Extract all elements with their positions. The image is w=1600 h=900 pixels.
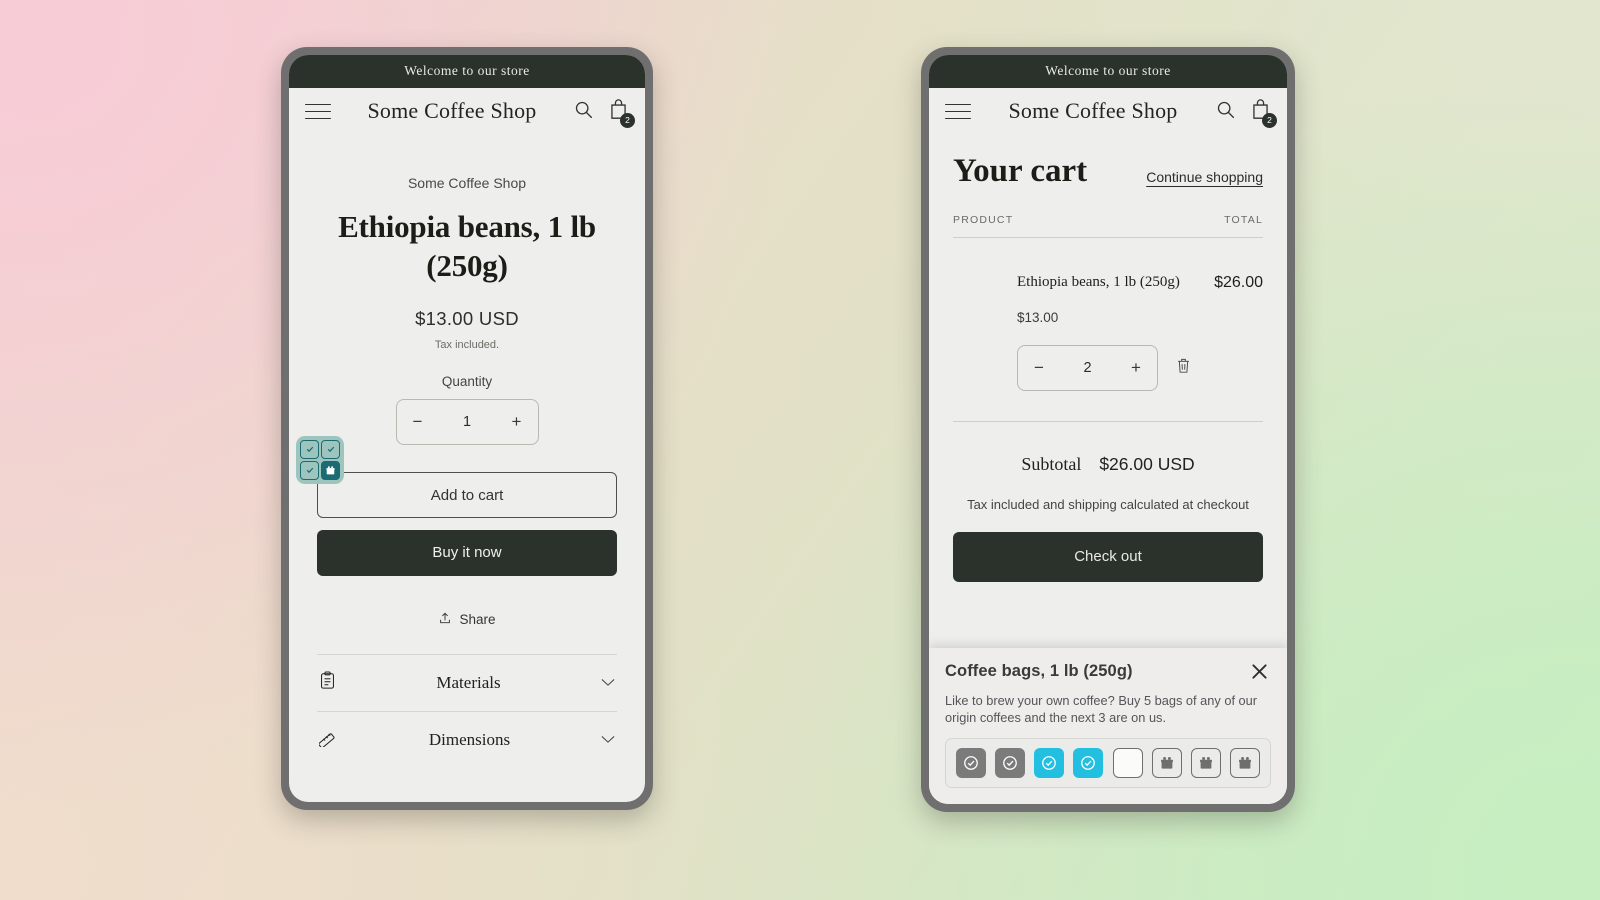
stamp-check-active[interactable] <box>1073 748 1104 778</box>
quantity-stepper[interactable]: − 1 + <box>395 398 539 445</box>
shopping-bag-icon[interactable]: 2 <box>608 98 635 128</box>
popup-description: Like to brew your own coffee? Buy 5 bags… <box>945 692 1258 725</box>
hamburger-icon[interactable] <box>305 98 331 125</box>
quantity-increase-button[interactable]: + <box>512 413 522 430</box>
share-button[interactable]: Share <box>317 611 617 628</box>
cart-item-name[interactable]: Ethiopia beans, 1 lb (250g) <box>1017 272 1214 293</box>
store-name[interactable]: Some Coffee Shop <box>337 99 567 124</box>
accordion-label: Materials <box>436 672 501 692</box>
phone-product-screen: Welcome to our store Some Coffee Shop 2 <box>289 55 645 802</box>
cart-item-controls: − 2 + <box>1017 344 1214 391</box>
cart-quantity-stepper[interactable]: − 2 + <box>1017 344 1158 391</box>
add-to-cart-button[interactable]: Add to cart <box>317 471 617 518</box>
cart-section: Your cart Continue shopping PRODUCT TOTA… <box>929 137 1287 582</box>
cart-quantity-increase-button[interactable]: + <box>1131 359 1141 376</box>
stamp-check-used[interactable] <box>995 748 1026 778</box>
accordion-item-materials[interactable]: Materials <box>317 653 617 711</box>
share-icon <box>438 611 452 628</box>
page-title: Ethiopia beans, 1 lb (250g) <box>338 209 596 284</box>
product-vendor[interactable]: Some Coffee Shop <box>317 175 617 191</box>
trash-icon[interactable] <box>1176 357 1191 379</box>
stamp-card <box>945 738 1271 788</box>
chevron-down-icon <box>601 731 615 749</box>
cart-line-item: Ethiopia beans, 1 lb (250g) $13.00 − 2 + <box>953 238 1263 422</box>
phone-product-frame: Welcome to our store Some Coffee Shop 2 <box>281 47 653 810</box>
cart-item-unit-price: $13.00 <box>1017 309 1059 325</box>
cart-item-info: Ethiopia beans, 1 lb (250g) $13.00 − 2 + <box>953 272 1214 391</box>
tax-note: Tax included. <box>434 338 500 351</box>
phone-cart-screen: Welcome to our store Some Coffee Shop 2 <box>929 55 1287 804</box>
stamp-check-used[interactable] <box>956 748 986 778</box>
share-label: Share <box>459 611 496 627</box>
accordion-item-dimensions[interactable]: Dimensions <box>317 710 617 768</box>
widget-tile-gift <box>321 460 340 480</box>
shipping-note: Tax included and shipping calculated at … <box>967 496 1249 512</box>
search-icon[interactable] <box>573 99 594 125</box>
popup-header: Coffee bags, 1 lb (250g) <box>945 662 1271 681</box>
cart-header: Your cart Continue shopping <box>953 155 1263 188</box>
stamp-gift[interactable] <box>1190 748 1221 778</box>
subtotal-row: Subtotal $26.00 USD <box>953 454 1263 475</box>
hamburger-icon[interactable] <box>945 98 971 125</box>
buy-it-now-button[interactable]: Buy it now <box>317 529 617 576</box>
store-header: Some Coffee Shop 2 <box>929 88 1287 137</box>
phone-cart-frame: Welcome to our store Some Coffee Shop 2 <box>921 47 1295 812</box>
header-icons: 2 <box>1215 98 1277 128</box>
chevron-down-icon <box>601 674 615 692</box>
cart-count-badge: 2 <box>1262 113 1277 128</box>
cart-quantity-value[interactable]: 2 <box>1083 360 1091 376</box>
header-icons: 2 <box>573 98 635 128</box>
cart-column-headers: PRODUCT TOTAL <box>953 214 1263 238</box>
store-name[interactable]: Some Coffee Shop <box>977 99 1209 124</box>
ruler-icon <box>318 728 338 752</box>
stamp-check-active[interactable] <box>1034 748 1065 778</box>
announcement-bar: Welcome to our store <box>289 55 645 88</box>
check-out-button[interactable]: Check out <box>953 531 1263 582</box>
column-total: TOTAL <box>1224 214 1263 226</box>
search-icon[interactable] <box>1215 99 1236 125</box>
loyalty-popup: Coffee bags, 1 lb (250g) Like to brew yo… <box>929 647 1287 804</box>
widget-tile-check <box>321 440 340 459</box>
stamp-gift[interactable] <box>1229 748 1260 778</box>
close-icon[interactable] <box>1248 662 1271 681</box>
clipboard-icon <box>319 671 336 695</box>
continue-shopping-link[interactable]: Continue shopping <box>1146 169 1263 188</box>
popup-title: Coffee bags, 1 lb (250g) <box>945 661 1133 680</box>
column-product: PRODUCT <box>953 214 1014 226</box>
widget-tile-check <box>300 460 319 480</box>
store-header: Some Coffee Shop 2 <box>289 88 645 137</box>
cart-count-badge: 2 <box>620 113 635 128</box>
product-accordion: Materials Dimensions <box>317 653 617 768</box>
page-title: Your cart <box>953 153 1088 189</box>
stamp-empty[interactable] <box>1112 748 1143 778</box>
accordion-label: Dimensions <box>428 729 511 749</box>
loyalty-stamp-widget[interactable] <box>296 436 344 484</box>
shopping-bag-icon[interactable]: 2 <box>1250 98 1277 128</box>
subtotal-value: $26.00 USD <box>1099 453 1195 474</box>
widget-tile-check <box>300 440 319 459</box>
cart-item-line-total: $26.00 <box>1214 274 1263 291</box>
quantity-label: Quantity <box>441 373 493 389</box>
cart-quantity-decrease-button[interactable]: − <box>1034 359 1044 376</box>
product-price: $13.00 USD <box>415 307 519 329</box>
subtotal-label: Subtotal <box>1021 453 1082 474</box>
quantity-value[interactable]: 1 <box>463 414 471 430</box>
stamp-gift[interactable] <box>1151 748 1182 778</box>
quantity-decrease-button[interactable]: − <box>413 413 423 430</box>
announcement-bar: Welcome to our store <box>929 55 1287 88</box>
